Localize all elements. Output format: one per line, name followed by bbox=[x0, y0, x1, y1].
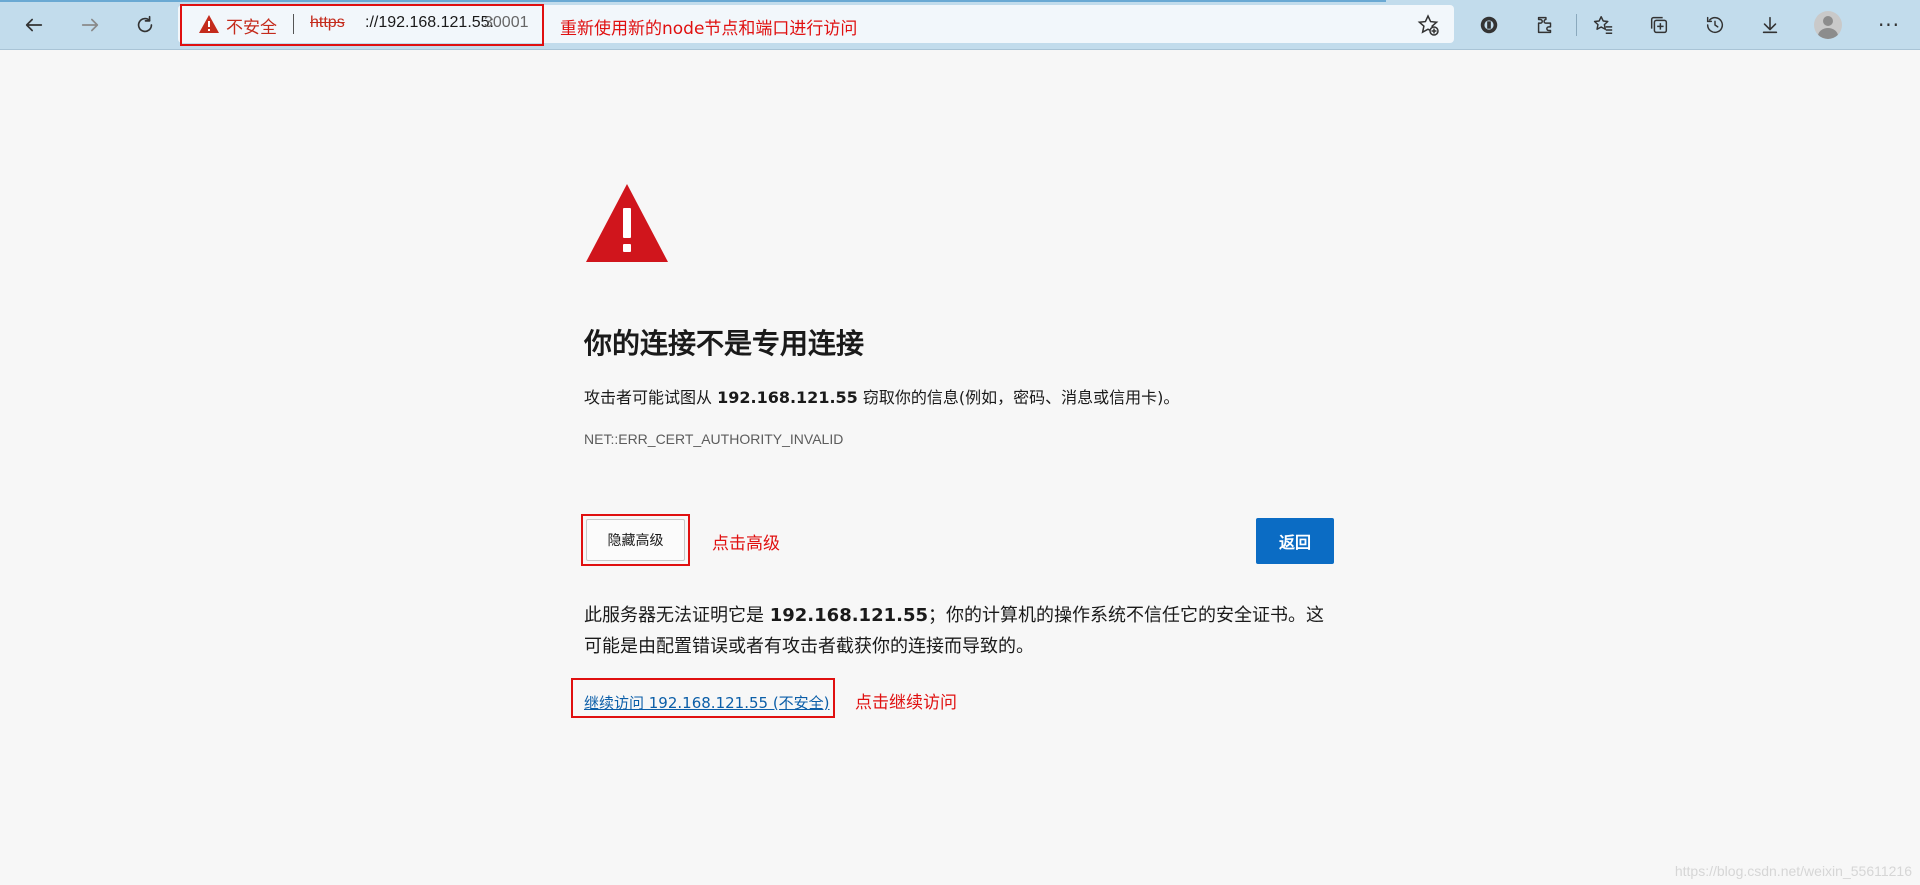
browser-toolbar: 不安全 https ://192.168.121.55: 30001 重新使用新… bbox=[0, 0, 1920, 50]
downloads-icon[interactable] bbox=[1757, 12, 1783, 38]
error-code: NET::ERR_CERT_AUTHORITY_INVALID bbox=[584, 431, 844, 447]
desc-prefix: 攻击者可能试图从 bbox=[584, 388, 718, 407]
advanced-detail-text: 此服务器无法证明它是 192.168.121.55；你的计算机的操作系统不信任它… bbox=[584, 600, 1334, 662]
hide-advanced-button[interactable]: 隐藏高级 bbox=[586, 519, 685, 561]
favorites-icon[interactable] bbox=[1590, 12, 1616, 38]
url-scheme: https bbox=[310, 14, 345, 31]
address-divider bbox=[293, 14, 294, 34]
detail-prefix: 此服务器无法证明它是 bbox=[584, 605, 770, 626]
address-annotation-note: 重新使用新的node节点和端口进行访问 bbox=[560, 19, 858, 39]
extensions-puzzle-icon[interactable] bbox=[1532, 12, 1558, 38]
detail-host: 192.168.121.55 bbox=[769, 605, 929, 626]
hide-advanced-annotation-note: 点击高级 bbox=[712, 534, 780, 554]
more-icon[interactable]: ··· bbox=[1876, 12, 1902, 38]
refresh-icon[interactable] bbox=[129, 9, 161, 41]
forward-arrow-icon[interactable] bbox=[74, 9, 106, 41]
history-icon[interactable] bbox=[1702, 12, 1728, 38]
desc-host: 192.168.121.55 bbox=[717, 388, 858, 407]
back-arrow-icon[interactable] bbox=[18, 9, 50, 41]
warning-description: 攻击者可能试图从 192.168.121.55 窃取你的信息(例如，密码、消息或… bbox=[584, 384, 1179, 408]
continue-unsafe-link[interactable]: 继续访问 192.168.121.55 (不安全) bbox=[584, 692, 830, 713]
collections-icon[interactable] bbox=[1646, 12, 1672, 38]
continue-annotation-note: 点击继续访问 bbox=[855, 693, 957, 713]
url-port: 30001 bbox=[484, 14, 529, 31]
desc-suffix: 窃取你的信息(例如，密码、消息或信用卡)。 bbox=[857, 388, 1180, 407]
watermark: https://blog.csdn.net/weixin_55611216 bbox=[1674, 863, 1912, 879]
warning-triangle-icon[interactable] bbox=[198, 14, 220, 34]
favorite-star-icon[interactable] bbox=[1416, 13, 1440, 37]
profile-avatar[interactable] bbox=[1814, 11, 1842, 39]
toolbar-divider bbox=[1576, 14, 1577, 36]
back-button[interactable]: 返回 bbox=[1256, 518, 1334, 564]
extension-badge-icon[interactable] bbox=[1476, 12, 1502, 38]
loading-progress-line bbox=[0, 0, 1386, 2]
page-title: 你的连接不是专用连接 bbox=[584, 327, 865, 360]
warning-triangle-large-icon bbox=[586, 184, 668, 262]
security-status-label[interactable]: 不安全 bbox=[226, 13, 277, 38]
url-host: ://192.168.121.55: bbox=[365, 14, 494, 31]
